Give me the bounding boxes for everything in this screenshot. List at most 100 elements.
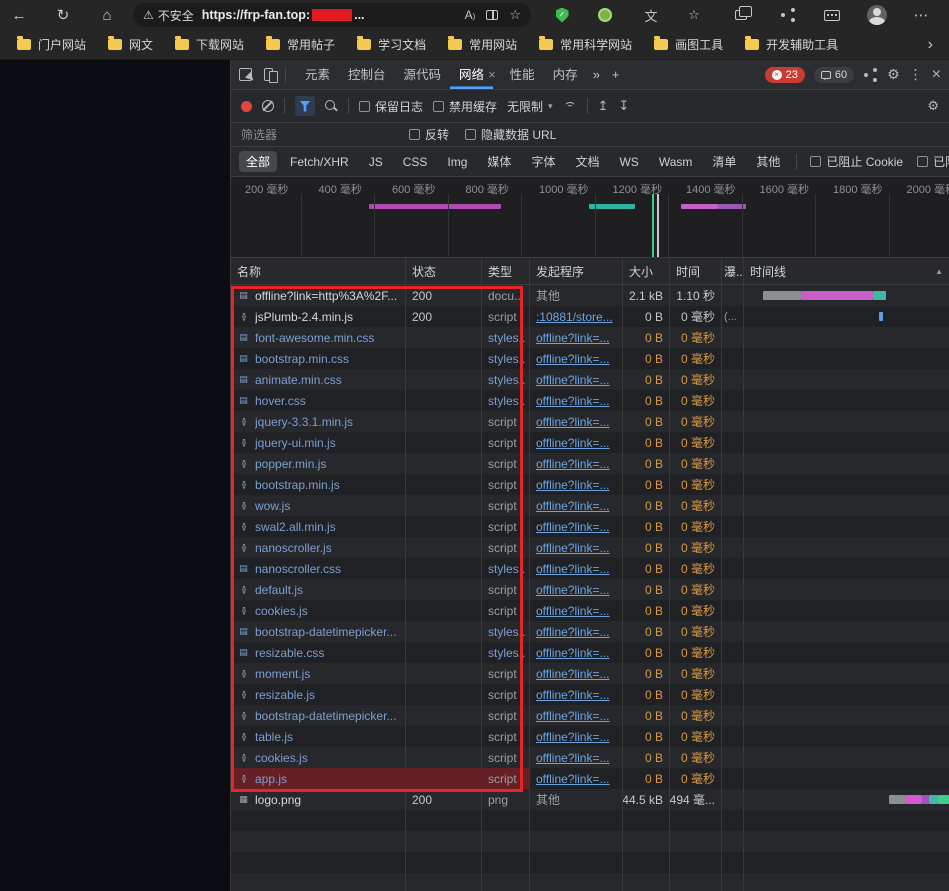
- inspect-element-icon[interactable]: [239, 68, 252, 81]
- network-request-row[interactable]: ▤hover.cssstyles..offline?link=...0 B0 毫…: [231, 390, 949, 411]
- error-badge[interactable]: ×23: [765, 67, 805, 83]
- read-aloud-icon[interactable]: A): [465, 8, 476, 22]
- bookmark-item[interactable]: 门户网站: [8, 33, 95, 56]
- profile-avatar-icon[interactable]: [864, 0, 890, 30]
- favorites-list-icon[interactable]: ☆: [681, 0, 707, 30]
- filter-chip[interactable]: 其他: [749, 151, 787, 172]
- network-request-row[interactable]: ▤animate.min.cssstyles..offline?link=...…: [231, 369, 949, 390]
- devtools-tab[interactable]: 元素: [296, 61, 339, 89]
- search-icon[interactable]: [325, 100, 338, 113]
- split-screen-icon[interactable]: [486, 10, 498, 20]
- initiator-link[interactable]: offline?link=...: [536, 499, 610, 513]
- network-request-row[interactable]: ▤offline?link=http%3A%2F...200docu...其他2…: [231, 285, 949, 306]
- bookmark-item[interactable]: 常用科学网站: [530, 33, 641, 56]
- network-request-row[interactable]: {}default.jsscriptoffline?link=...0 B0 毫…: [231, 579, 949, 600]
- blocked-requests-toggle[interactable]: 已阻止请求: [917, 153, 949, 170]
- bookmark-item[interactable]: 常用网站: [439, 33, 526, 56]
- initiator-link[interactable]: offline?link=...: [536, 394, 610, 408]
- bookmark-item[interactable]: 开发辅助工具: [736, 33, 847, 56]
- initiator-link[interactable]: offline?link=...: [536, 541, 610, 555]
- initiator-link[interactable]: offline?link=...: [536, 772, 610, 786]
- network-request-row[interactable]: {}jquery-ui.min.jsscriptoffline?link=...…: [231, 432, 949, 453]
- network-request-row[interactable]: {}bootstrap-datetimepicker...scriptoffli…: [231, 705, 949, 726]
- initiator-link[interactable]: offline?link=...: [536, 667, 610, 681]
- preserve-log-checkbox[interactable]: [359, 101, 370, 112]
- home-icon[interactable]: ⌂: [94, 0, 120, 30]
- hide-data-urls-toggle[interactable]: 隐藏数据 URL: [465, 126, 556, 143]
- initiator-link[interactable]: offline?link=...: [536, 625, 610, 639]
- initiator-link[interactable]: offline?link=...: [536, 688, 610, 702]
- devtools-tab[interactable]: 性能: [501, 61, 544, 89]
- network-request-row[interactable]: {}jquery-3.3.1.min.jsscriptoffline?link=…: [231, 411, 949, 432]
- initiator-link[interactable]: offline?link=...: [536, 730, 610, 744]
- devtools-tab[interactable]: 控制台: [339, 61, 395, 89]
- more-tabs-icon[interactable]: »: [587, 67, 606, 82]
- devtools-tab[interactable]: 源代码: [395, 61, 451, 89]
- network-request-row[interactable]: ▤nanoscroller.cssstyles..offline?link=..…: [231, 558, 949, 579]
- network-request-row[interactable]: ▤bootstrap.min.cssstyles..offline?link=.…: [231, 348, 949, 369]
- hide-data-urls-checkbox[interactable]: [465, 129, 476, 140]
- collections-icon[interactable]: [728, 0, 754, 30]
- preserve-log-toggle[interactable]: 保留日志: [359, 98, 423, 115]
- tab-close-icon[interactable]: ×: [488, 67, 496, 82]
- network-request-row[interactable]: {}wow.jsscriptoffline?link=...0 B0 毫秒: [231, 495, 949, 516]
- network-request-row[interactable]: {}app.jsscriptoffline?link=...0 B0 毫秒: [231, 768, 949, 789]
- initiator-link[interactable]: offline?link=...: [536, 478, 610, 492]
- filter-chip[interactable]: Wasm: [652, 153, 700, 171]
- filter-chip[interactable]: 文档: [568, 151, 606, 172]
- network-request-row[interactable]: {}cookies.jsscriptoffline?link=...0 B0 毫…: [231, 600, 949, 621]
- filter-chip[interactable]: WS: [612, 153, 645, 171]
- initiator-link[interactable]: offline?link=...: [536, 415, 610, 429]
- bookmark-item[interactable]: 常用帖子: [257, 33, 344, 56]
- initiator-link[interactable]: offline?link=...: [536, 709, 610, 723]
- network-request-row[interactable]: ▤resizable.cssstyles..offline?link=...0 …: [231, 642, 949, 663]
- close-devtools-icon[interactable]: ×: [932, 66, 941, 84]
- column-header-timeline[interactable]: 时间线▲: [744, 258, 949, 284]
- bookmark-item[interactable]: 学习文档: [348, 33, 435, 56]
- disable-cache-checkbox[interactable]: [433, 101, 444, 112]
- network-request-row[interactable]: {}jsPlumb-2.4.min.js200script:10881/stor…: [231, 306, 949, 327]
- column-header-initiator[interactable]: 发起程序: [530, 258, 623, 284]
- back-icon[interactable]: ←: [6, 0, 32, 30]
- bookmark-item[interactable]: 下载网站: [166, 33, 253, 56]
- network-request-row[interactable]: {}cookies.jsscriptoffline?link=...0 B0 毫…: [231, 747, 949, 768]
- network-request-row[interactable]: ▤font-awesome.min.cssstyles..offline?lin…: [231, 327, 949, 348]
- devtools-tab[interactable]: 内存: [544, 61, 587, 89]
- initiator-link[interactable]: offline?link=...: [536, 457, 610, 471]
- message-badge[interactable]: 60: [814, 67, 854, 83]
- network-request-row[interactable]: {}table.jsscriptoffline?link=...0 B0 毫秒: [231, 726, 949, 747]
- settings-gear-icon[interactable]: ⚙: [887, 66, 900, 83]
- network-request-row[interactable]: {}nanoscroller.jsscriptoffline?link=...0…: [231, 537, 949, 558]
- filter-chip[interactable]: JS: [362, 153, 390, 171]
- export-har-icon[interactable]: ↧: [618, 98, 629, 114]
- filter-funnel-icon[interactable]: [295, 96, 315, 116]
- filter-chip[interactable]: 全部: [239, 151, 277, 172]
- refresh-icon[interactable]: ↻: [50, 0, 76, 30]
- blocked-cookies-checkbox[interactable]: [810, 156, 821, 167]
- column-header-name[interactable]: 名称: [231, 258, 406, 284]
- network-request-row[interactable]: ▦logo.png200png其他44.5 kB494 毫...: [231, 789, 949, 810]
- bookmarks-overflow-icon[interactable]: ›: [920, 36, 941, 54]
- clear-icon[interactable]: [262, 100, 274, 112]
- devtools-share-icon[interactable]: [863, 68, 878, 82]
- address-bar[interactable]: ⚠ 不安全 https://frp-fan.top:... A) ☆: [133, 3, 531, 27]
- network-request-row[interactable]: {}resizable.jsscriptoffline?link=...0 B0…: [231, 684, 949, 705]
- browser-menu-icon[interactable]: ⋯: [908, 0, 934, 30]
- add-tab-icon[interactable]: +: [606, 67, 626, 82]
- record-button[interactable]: [241, 101, 252, 112]
- extension-green-icon[interactable]: [592, 0, 618, 30]
- column-header-waterfall[interactable]: 瀑..: [722, 258, 744, 284]
- filter-chip[interactable]: Fetch/XHR: [283, 153, 356, 171]
- initiator-link[interactable]: :10881/store...: [536, 310, 613, 324]
- invert-toggle[interactable]: 反转: [409, 126, 449, 143]
- blocked-cookies-toggle[interactable]: 已阻止 Cookie: [810, 153, 903, 170]
- network-conditions-icon[interactable]: [563, 100, 577, 112]
- filter-chip[interactable]: 媒体: [480, 151, 518, 172]
- column-header-time[interactable]: 时间: [670, 258, 722, 284]
- adblock-shield-icon[interactable]: ✓: [549, 0, 575, 30]
- disable-cache-toggle[interactable]: 禁用缓存: [433, 98, 497, 115]
- import-har-icon[interactable]: ↥: [598, 98, 609, 114]
- network-request-row[interactable]: {}popper.min.jsscriptoffline?link=...0 B…: [231, 453, 949, 474]
- initiator-link[interactable]: offline?link=...: [536, 562, 610, 576]
- filter-chip[interactable]: CSS: [396, 153, 435, 171]
